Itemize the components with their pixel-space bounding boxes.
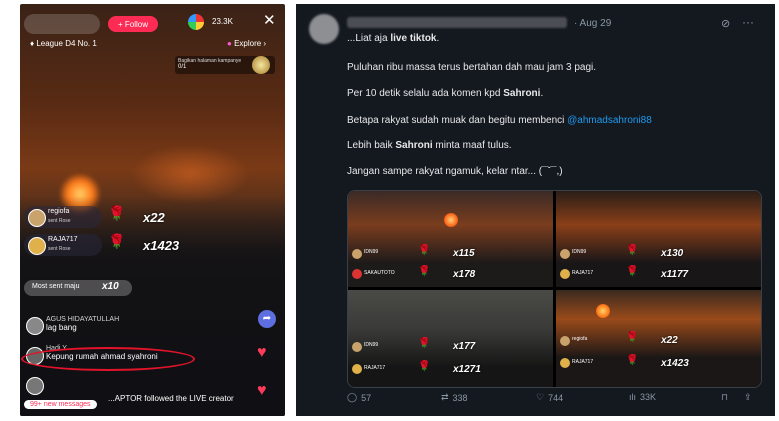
comment-text: lag bang <box>46 323 77 332</box>
tiktok-live-screenshot: + Follow 23.3K ✕ ♦ League D4 No. 1 ● Exp… <box>20 4 285 416</box>
heart-icon[interactable]: ♥ <box>257 344 267 362</box>
viewer-count: 23.3K <box>212 17 233 26</box>
gift-user: SAKAUTOTO <box>364 270 395 276</box>
media-image[interactable]: IDN99 🌹 x115 SAKAUTOTO 🌹 x178 <box>348 191 553 287</box>
highlight-ellipse <box>21 347 195 371</box>
gift-count: x1177 <box>661 269 689 280</box>
tweet-line: Per 10 detik selalu ada komen kpd Sahron… <box>347 88 544 99</box>
follow-button[interactable]: + Follow <box>108 16 158 32</box>
like-button[interactable]: ♡ 744 <box>536 392 563 403</box>
fire-glow <box>444 213 458 227</box>
gift-count: x1423 <box>143 238 180 253</box>
views-button[interactable]: ılı 33K <box>629 392 656 402</box>
rose-icon: 🌹 <box>418 338 431 349</box>
gift-count: x22 <box>661 335 678 346</box>
gift-sub: sent Rose <box>48 246 71 252</box>
most-sent-pill[interactable]: Most sent maju x10 <box>24 280 132 296</box>
avatar <box>28 237 46 255</box>
avatar <box>352 342 362 352</box>
explore-dot-icon: ● <box>227 39 235 48</box>
smoke-glow <box>130 144 250 204</box>
league-label: ♦ League D4 No. 1 <box>30 39 97 48</box>
gift-count: x130 <box>661 248 684 259</box>
tweet-media-grid: IDN99 🌹 x115 SAKAUTOTO 🌹 x178 IDN99 🌹 x1… <box>347 190 762 388</box>
gift-user: RAJA717 <box>364 365 386 371</box>
avatar[interactable] <box>309 14 339 44</box>
avatar <box>352 249 362 259</box>
more-icon[interactable]: ··· <box>742 15 754 29</box>
gift-count: x178 <box>453 269 476 280</box>
retweet-icon: ⇄ <box>441 392 449 402</box>
gift-user: RAJA717 <box>572 270 594 276</box>
gift-count: x177 <box>453 341 476 352</box>
tweet-line: Betapa rakyat sudah muak dan begitu memb… <box>347 115 652 126</box>
new-messages-button[interactable]: 99+ new messages <box>24 400 97 409</box>
rose-icon: 🌹 <box>418 245 431 256</box>
reply-icon: ◯ <box>347 392 358 402</box>
avatar <box>28 209 46 227</box>
author-name-blurred[interactable] <box>347 17 567 28</box>
followed-notice: ...APTOR followed the LIVE creator <box>108 394 234 403</box>
rose-icon: 🌹 <box>108 205 126 221</box>
avatar <box>26 377 44 395</box>
reply-button[interactable]: ◯ 57 <box>347 392 371 403</box>
avatar <box>560 249 570 259</box>
avatar <box>26 317 44 335</box>
gift-user: IDN99 <box>364 249 379 255</box>
gift-count: x22 <box>143 210 165 225</box>
avatar <box>560 358 570 368</box>
host-profile-blurred[interactable] <box>24 14 100 34</box>
gift-user: RAJA717 <box>572 359 594 365</box>
grok-icon[interactable]: ⊘ <box>721 17 730 30</box>
avatar <box>560 336 570 346</box>
avatar <box>352 364 362 374</box>
heart-icon: ♡ <box>536 392 545 402</box>
explore-link[interactable]: ● Explore › <box>227 39 266 48</box>
share-icon[interactable]: ➦ <box>258 310 276 328</box>
gift-sub: sent Rose <box>48 218 71 224</box>
tweet-line: ...Liat aja live tiktok. <box>347 33 440 44</box>
gift-count: x1271 <box>453 364 481 375</box>
comment: AGUS HIDAYATULLAH lag bang <box>46 316 119 332</box>
gift-user: IDN99 <box>572 249 587 255</box>
gift-user: RAJA717 <box>48 236 78 243</box>
bookmark-icon[interactable]: ⊓ <box>721 392 728 403</box>
comment-author: AGUS HIDAYATULLAH <box>46 316 120 323</box>
most-sent-label: Most sent maju <box>32 283 80 290</box>
rose-icon: 🌹 <box>418 266 431 277</box>
tweet-line: Lebih baik Sahroni minta maaf tulus. <box>347 140 512 151</box>
close-icon[interactable]: ✕ <box>263 11 276 29</box>
campaign-badge-icon <box>252 56 270 74</box>
avatar <box>352 269 362 279</box>
tweet-line: Jangan sampe rakyat ngamuk, kelar ntar..… <box>347 166 563 177</box>
gift-user: regiofa <box>48 208 70 215</box>
tweet-line: Puluhan ribu massa terus bertahan dah ma… <box>347 62 597 73</box>
gift-count: x1423 <box>661 358 689 369</box>
gift-ranking-icon[interactable] <box>188 14 204 30</box>
heart-icon[interactable]: ♥ <box>257 382 267 400</box>
share-icon[interactable]: ⇪ <box>744 392 752 403</box>
most-sent-count: x10 <box>102 281 119 292</box>
rose-icon: 🌹 <box>626 245 639 256</box>
views-icon: ılı <box>629 392 637 402</box>
rose-icon: 🌹 <box>108 233 126 249</box>
rose-icon: 🌹 <box>418 361 431 372</box>
gift-count: x115 <box>453 248 475 259</box>
retweet-button[interactable]: ⇄ 338 <box>441 392 468 403</box>
avatar <box>560 269 570 279</box>
mention-link[interactable]: @ahmadsahroni88 <box>567 115 652 126</box>
gift-user: IDN99 <box>364 342 379 348</box>
media-image[interactable]: regiofa 🌹 x22 RAJA717 🌹 x1423 <box>556 290 761 387</box>
crowd-silhouette <box>20 196 285 416</box>
rose-icon: 🌹 <box>626 332 639 343</box>
rose-icon: 🌹 <box>626 355 639 366</box>
rose-icon: 🌹 <box>626 266 639 277</box>
fire-glow <box>596 304 610 318</box>
tweet-date[interactable]: · Aug 29 <box>574 18 611 29</box>
tweet-screenshot: · Aug 29 ⊘ ··· ...Liat aja live tiktok. … <box>296 4 775 416</box>
media-image[interactable]: IDN99 🌹 x177 RAJA717 🌹 x1271 <box>348 290 553 387</box>
gift-user: regiofa <box>572 336 588 342</box>
media-image[interactable]: IDN99 🌹 x130 RAJA717 🌹 x1177 <box>556 191 761 287</box>
